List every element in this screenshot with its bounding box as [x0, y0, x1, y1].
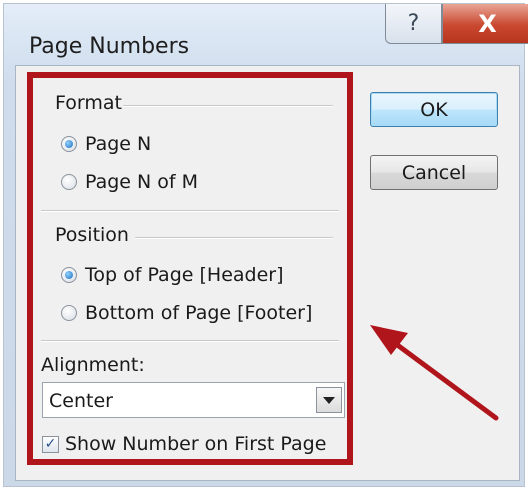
- arrow-shaft: [389, 338, 499, 421]
- annotation-arrow: [370, 325, 499, 421]
